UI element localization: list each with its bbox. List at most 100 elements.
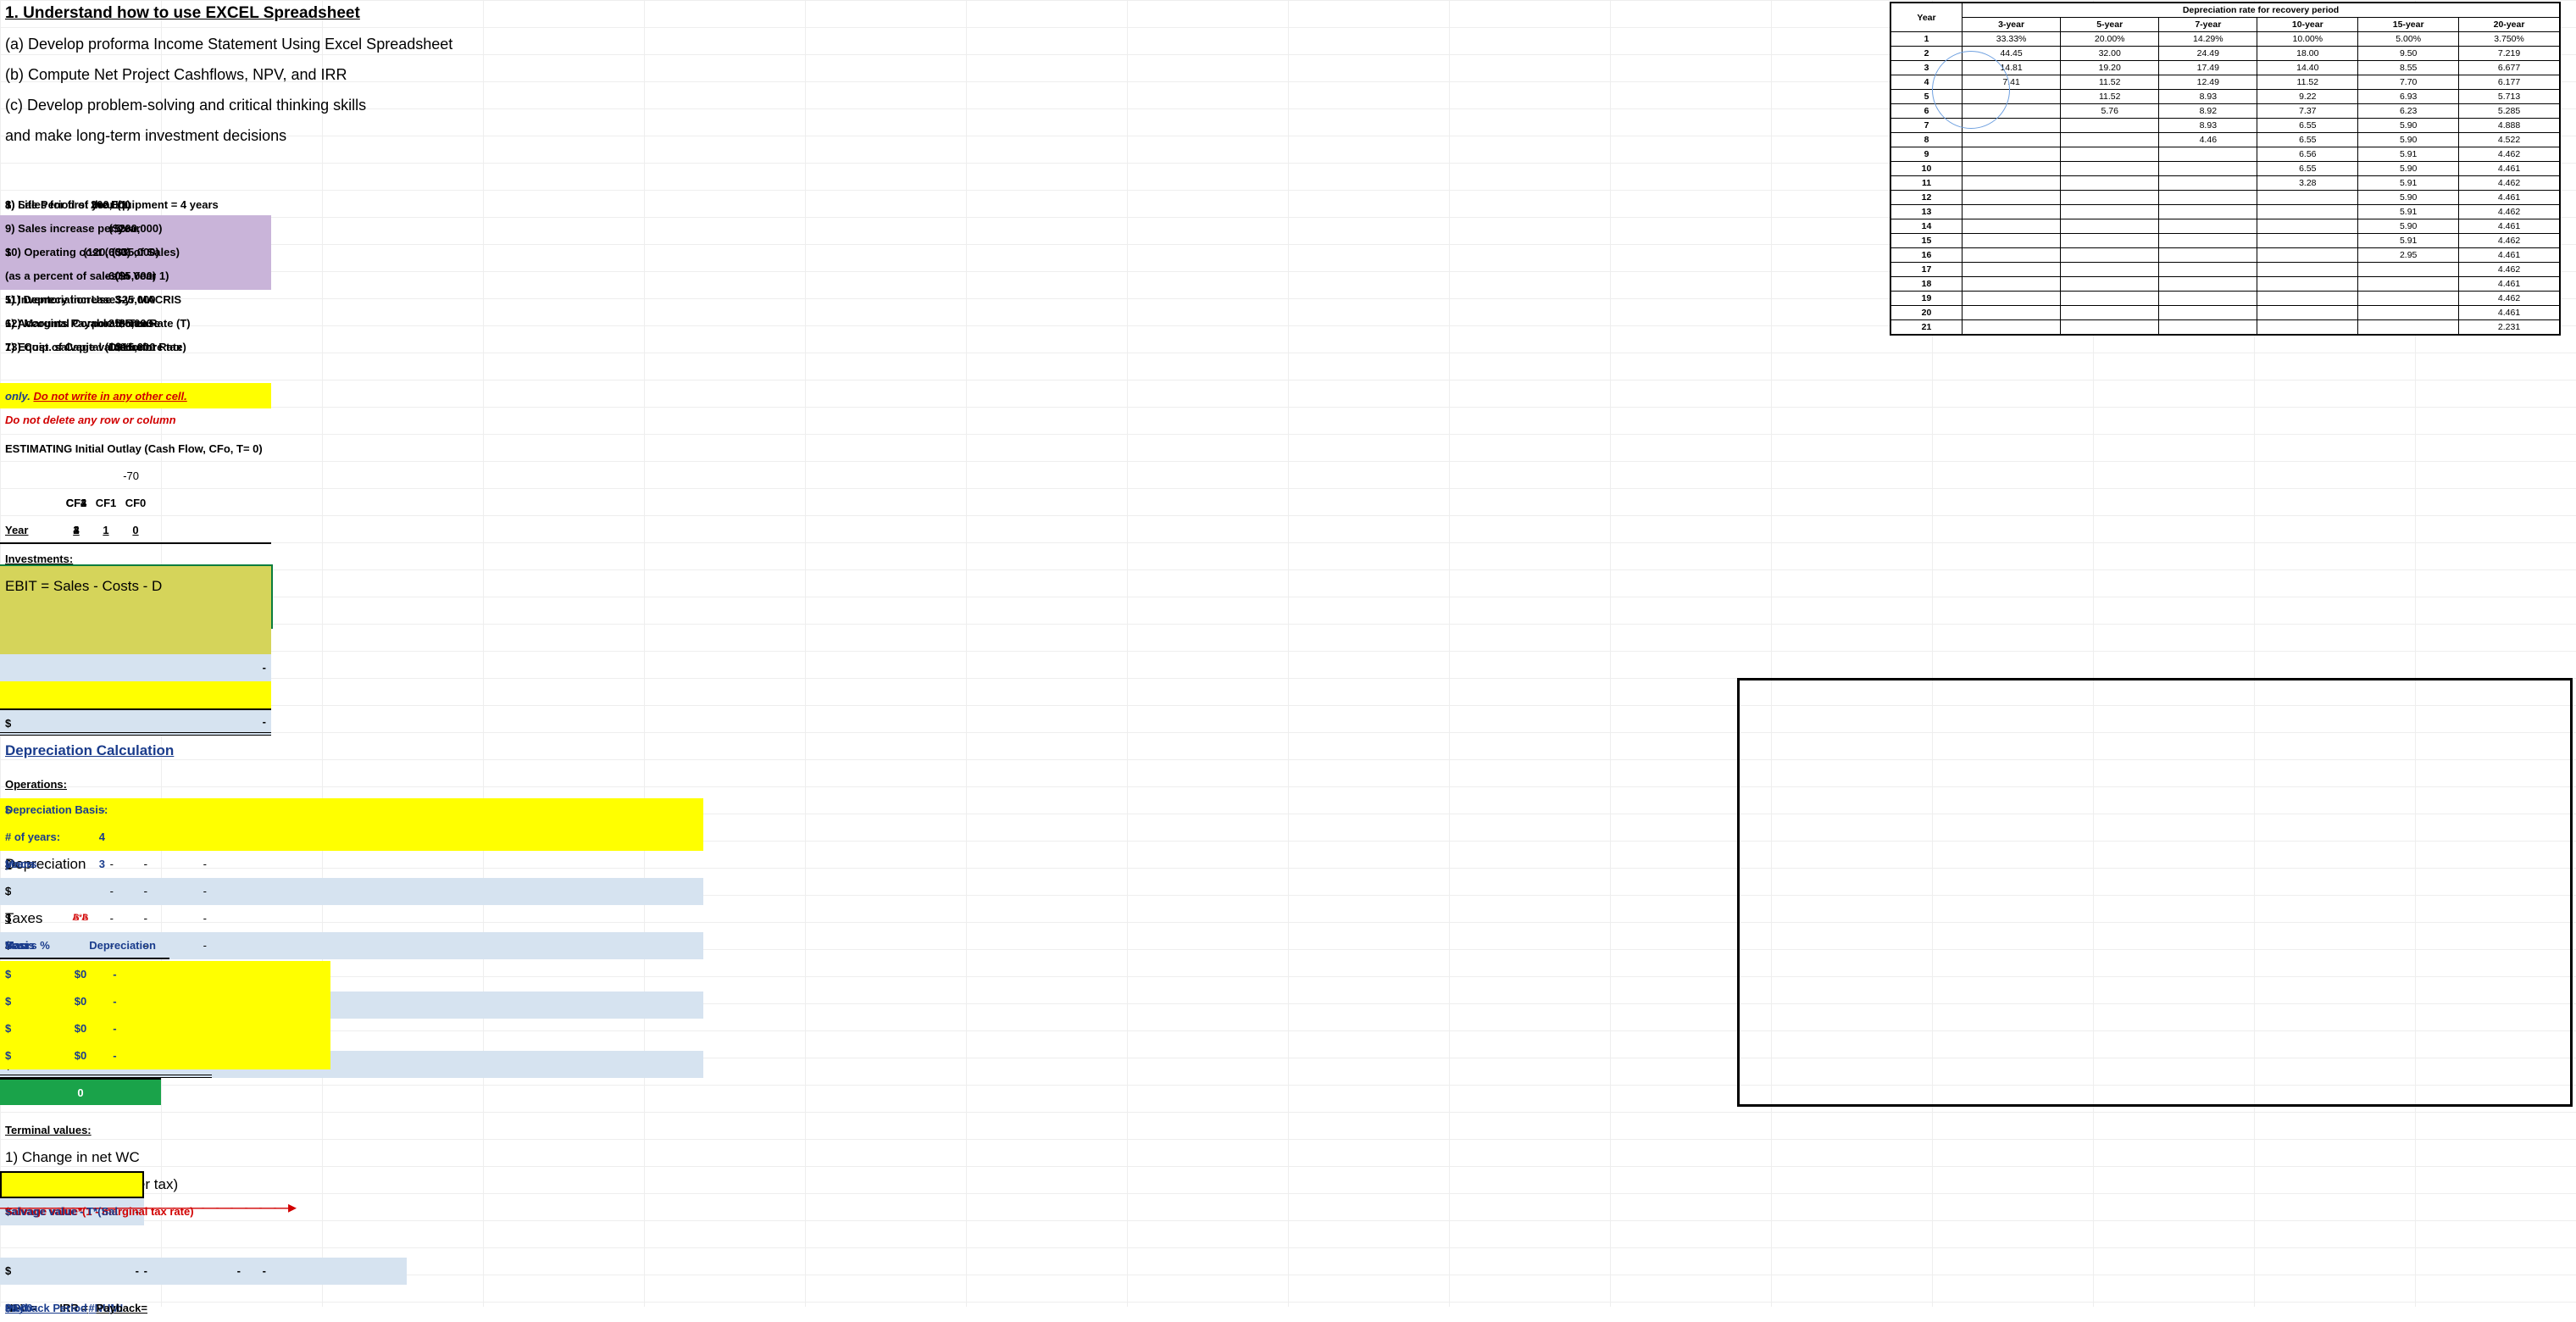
macrs-cell: 4.462 <box>2459 234 2560 248</box>
dep-h-dep: Depreciation <box>0 932 161 959</box>
macrs-col: 10-year <box>2257 18 2358 32</box>
macrs-cell <box>2061 277 2159 292</box>
macrs-cell <box>2061 320 2159 335</box>
macrs-cell <box>1963 248 2061 263</box>
macrs-cell: 6.677 <box>2459 61 2560 75</box>
macrs-cell: 16 <box>1891 248 1963 263</box>
macrs-cell <box>2257 205 2358 219</box>
macrs-cell <box>2159 292 2257 306</box>
note-dnd: Do not delete any row or column <box>0 407 181 434</box>
macrs-cell: 18.00 <box>2257 47 2358 61</box>
macrs-cell <box>2358 306 2459 320</box>
macrs-cell: 4.462 <box>2459 205 2560 219</box>
macrs-cell: 5.90 <box>2358 119 2459 133</box>
macrs-cell <box>2061 133 2159 147</box>
dep-d3[interactable]: $0 <box>0 1015 161 1042</box>
ebit-formula: EBIT = Sales - Costs - D <box>0 573 167 600</box>
macrs-cell: 5.91 <box>2358 205 2459 219</box>
macrs-cell: 4.888 <box>2459 119 2560 133</box>
dep-d2[interactable]: $0 <box>0 988 161 1015</box>
macrs-cell <box>2257 234 2358 248</box>
inv-startup-input[interactable] <box>0 627 271 654</box>
col-ab: A*B <box>0 912 161 924</box>
macrs-cell <box>2061 263 2159 277</box>
macrs-cell: 4.461 <box>2459 277 2560 292</box>
macrs-cell <box>2159 263 2257 277</box>
macrs-col: 15-year <box>2358 18 2459 32</box>
macrs-cell: 8.92 <box>2159 104 2257 119</box>
dep-ny-val[interactable]: 4 <box>0 824 110 851</box>
inv-nwc-input[interactable] <box>0 681 271 708</box>
macrs-cell <box>1963 306 2061 320</box>
macrs-cell: 5.90 <box>2358 133 2459 147</box>
macrs-cell: 2.231 <box>2459 320 2560 335</box>
dep-years-lbl: years <box>0 851 39 878</box>
macrs-cell <box>2159 234 2257 248</box>
macrs-cell: 6.55 <box>2257 133 2358 147</box>
macrs-cell <box>2159 320 2257 335</box>
macrs-cell: 5.90 <box>2358 191 2459 205</box>
macrs-cell: 10 <box>1891 162 1963 176</box>
macrs-cell <box>2061 176 2159 191</box>
macrs-h-year: Year <box>1891 3 1963 32</box>
macrs-cell: 14.40 <box>2257 61 2358 75</box>
macrs-cell <box>2257 306 2358 320</box>
macrs-cell: 6.55 <box>2257 119 2358 133</box>
macrs-cell: 33.33% <box>1963 32 2061 47</box>
macrs-cell <box>2257 248 2358 263</box>
dep-total[interactable]: 0 <box>0 1078 161 1105</box>
macrs-cell: 4.461 <box>2459 306 2560 320</box>
macrs-cell: 4.461 <box>2459 162 2560 176</box>
macrs-cell <box>1963 133 2061 147</box>
macrs-cell <box>2159 176 2257 191</box>
macrs-cell <box>2061 292 2159 306</box>
inv-tbc-dash: - <box>0 654 271 681</box>
dep-d1[interactable]: $0 <box>0 961 161 988</box>
obj-a: (a) Develop proforma Income Statement Us… <box>0 31 458 58</box>
macrs-cell: 8.93 <box>2159 119 2257 133</box>
macrs-table: Year Depreciation rate for recovery peri… <box>1890 2 2561 336</box>
macrs-cell <box>2061 147 2159 162</box>
macrs-cell: 15 <box>1891 234 1963 248</box>
macrs-cell <box>2159 219 2257 234</box>
macrs-cell: 4.461 <box>2459 191 2560 205</box>
macrs-cell <box>1963 191 2061 205</box>
term-salvage-input[interactable] <box>0 1171 144 1198</box>
ebit-cf4[interactable]: $- <box>0 878 119 905</box>
macrs-cell: 12 <box>1891 191 1963 205</box>
macrs-cell <box>1963 219 2061 234</box>
macrs-cell: 4.462 <box>2459 263 2560 277</box>
macrs-cell <box>2358 277 2459 292</box>
macrs-cell: 4.462 <box>2459 176 2560 191</box>
macrs-cell: 1 <box>1891 32 1963 47</box>
macrs-cell <box>2061 162 2159 176</box>
note-dnw: Do not write in any other cell. <box>33 390 186 403</box>
dep-basis-dash[interactable]: - <box>0 797 110 824</box>
macrs-cell: 24.49 <box>2159 47 2257 61</box>
macrs-cell: 7.70 <box>2358 75 2459 90</box>
year-4: 4 <box>0 517 153 544</box>
neg70[interactable]: -70 <box>0 463 144 490</box>
macrs-cell: 5.91 <box>2358 234 2459 248</box>
term-hdr: Terminal values: <box>0 1117 97 1144</box>
dep-d4[interactable]: $0 <box>0 1042 161 1069</box>
macrs-cell: 9.50 <box>2358 47 2459 61</box>
term-1: 1) Change in net WC <box>0 1144 145 1171</box>
macrs-cell <box>1963 162 2061 176</box>
macrs-cell: 7.37 <box>2257 104 2358 119</box>
macrs-cell: 5.00% <box>2358 32 2459 47</box>
ass-v13[interactable]: 10% <box>0 334 136 361</box>
macrs-cell <box>2159 191 2257 205</box>
macrs-cell: 21 <box>1891 320 1963 335</box>
macrs-cell <box>2358 292 2459 306</box>
macrs-cell <box>2061 248 2159 263</box>
macrs-col: 7-year <box>2159 18 2257 32</box>
cf4-h: CF4 <box>0 490 153 517</box>
macrs-cell <box>1963 263 2061 277</box>
dep-panel <box>1737 678 2573 1107</box>
macrs-cell: 7.219 <box>2459 47 2560 61</box>
macrs-col: 3-year <box>1963 18 2061 32</box>
pncf-cf4[interactable]: $- <box>0 1258 144 1285</box>
macrs-cell: 17.49 <box>2159 61 2257 75</box>
dep-title: Depreciation Calculation <box>0 737 179 764</box>
